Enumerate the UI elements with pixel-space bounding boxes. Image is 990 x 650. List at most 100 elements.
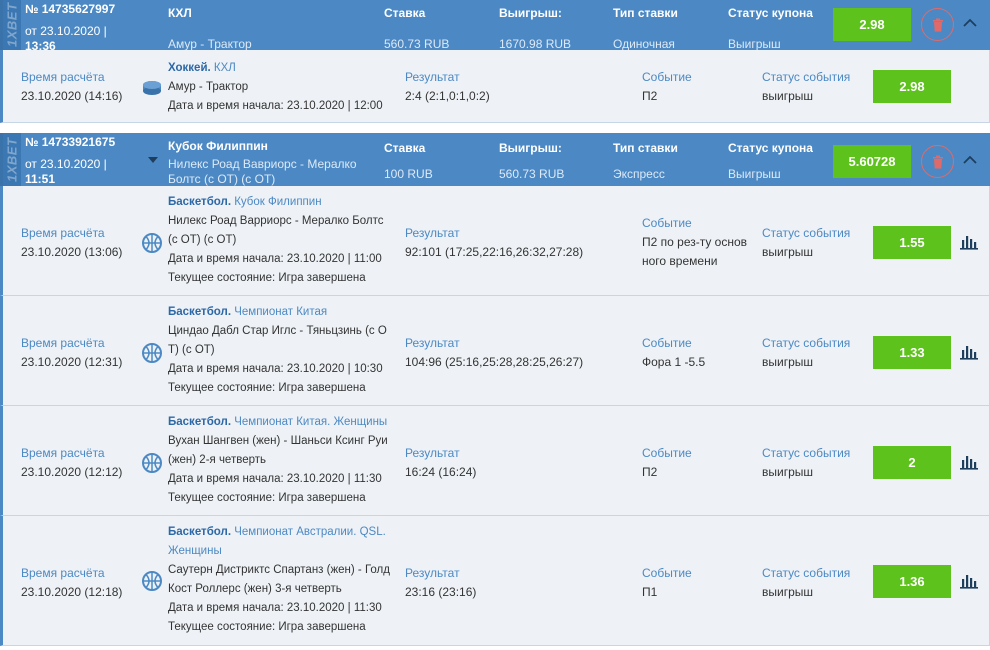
event-row: Время расчёта 23.10.2020 (12:31) Баскетб… [0,296,990,406]
game-state: Текущее состояние: Игра завершена [168,621,366,633]
chevron-up-icon[interactable] [961,14,979,32]
teams-line-2: Т) (с ОТ) [168,344,215,356]
event-coef[interactable]: 1.33 [873,336,951,369]
result-value: 92:101 (17:25,22:16,26:32,27:28) [405,245,584,259]
calc-time-label: Время расчёта [21,70,105,84]
statistics-icon[interactable] [959,234,979,250]
event-info: Баскетбол. Чемпионат Китая Циндао Дабл С… [168,303,393,398]
type-value: Экспресс [613,167,665,181]
start-time: Дата и время начала: 23.10.2020 | 11:00 [168,253,382,265]
coupon-status-value: Выигрыш [728,167,781,181]
chevron-up-icon[interactable] [961,151,979,169]
status-col: Статус купона Выигрыш [728,141,813,182]
statistics-icon[interactable] [959,454,979,470]
event-status-value: выигрыш [762,465,814,479]
game-state: Текущее состояние: Игра завершена [168,382,366,394]
sport-name[interactable]: Баскетбол. [168,526,231,538]
coupon-header[interactable]: 1XBET № 14733921675 от 23.10.2020 | 11:5… [0,133,990,186]
result-label: Результат [405,446,460,460]
calc-time-label: Время расчёта [21,446,105,460]
event-status-label: Статус события [762,226,851,240]
calc-time-label: Время расчёта [21,336,105,350]
event-row: Время расчёта 23.10.2020 (13:06) Баскетб… [0,186,990,296]
statistics-icon[interactable] [959,573,979,589]
teams-line-1: Циндао Дабл Стар Иглс - Тяньцзинь (с О [168,325,387,337]
start-time: Дата и время начала: 23.10.2020 | 11:30 [168,473,382,485]
coupon-status-label: Статус купона [728,141,813,155]
league-name[interactable]: Чемпионат Китая [231,306,327,318]
event-row: Время расчёта 23.10.2020 (12:12) Баскетб… [0,406,990,516]
delete-button[interactable] [921,145,954,178]
championship-name: КХЛ [168,6,192,20]
stake-label: Ставка [384,6,426,20]
event-value-line-2: ного времени [642,254,718,268]
coupon-id: № 14733921675 от 23.10.2020 | 11:51 [25,135,145,187]
coupon-championship: КХЛ Амур - Трактор [168,6,373,52]
championship-name: Кубок Филиппин [168,139,268,153]
league-name-line-2[interactable]: Женщины [168,542,393,561]
coupon-date: от 23.10.2020 | [25,157,107,171]
coupon-status-label: Статус купона [728,6,813,20]
event-label: Событие [642,336,692,350]
delete-button[interactable] [921,8,954,41]
event-coef[interactable]: 1.55 [873,226,951,259]
event-coef[interactable]: 2.98 [873,70,951,103]
result-value: 23:16 (23:16) [405,585,477,599]
event-info: Хоккей. КХЛ Амур - Трактор Дата и время … [168,59,393,116]
teams-line-2: (жен) 2-я четверть [168,454,266,466]
event-status-label: Статус события [762,70,851,84]
event-coef[interactable]: 2 [873,446,951,479]
caret-down-icon[interactable] [148,157,158,165]
start-time: Дата и время начала: 23.10.2020 | 12:00 [168,100,383,112]
teams-line-1: Саутерн Дистриктс Спартанз (жен) - Голд [168,564,390,576]
teams-line-2: (с ОТ) (с ОТ) [168,234,237,246]
event-value-line-1: П2 по рез-ту основ [642,235,748,249]
stake-value: 100 RUB [384,167,433,181]
event-info: Баскетбол. Чемпионат Австралии. QSL. Жен… [168,523,393,637]
brand-logo: 1XBET [3,0,21,50]
event-info: Баскетбол. Кубок Филиппин Нилекс Роад Ва… [168,193,393,288]
league-name[interactable]: Чемпионат Китая. Женщины [231,416,387,428]
event-status-value: выигрыш [762,355,814,369]
coupon-header[interactable]: 1XBET № 14735627997 от 23.10.2020 | 13:3… [0,0,990,53]
calc-time-value: 23.10.2020 (12:31) [21,355,123,369]
trash-icon [932,155,943,168]
teams-line-1: Нилекс Роад Варриорс - Мералко Болтс [168,215,384,227]
basketball-icon [142,343,162,363]
sport-name[interactable]: Хоккей. [168,62,211,74]
calc-time-value: 23.10.2020 (12:12) [21,465,123,479]
coupon-date: от 23.10.2020 | [25,24,107,38]
basketball-icon [142,233,162,253]
league-name[interactable]: КХЛ [211,62,236,74]
event-info: Баскетбол. Чемпионат Китая. Женщины Вуха… [168,413,393,508]
event-label: Событие [642,70,692,84]
teams: Амур - Трактор [168,81,249,93]
sport-name[interactable]: Баскетбол. [168,416,231,428]
result-value: 16:24 (16:24) [405,465,477,479]
calc-time-value: 23.10.2020 (14:16) [21,89,123,103]
result-label: Результат [405,226,460,240]
result-value: 2:4 (2:1,0:1,0:2) [405,89,490,103]
event-label: Событие [642,446,692,460]
event-status-value: выигрыш [762,585,814,599]
result-label: Результат [405,336,460,350]
league-name[interactable]: Кубок Филиппин [231,196,321,208]
win-value: 560.73 RUB [499,167,565,181]
coupon-coef[interactable]: 2.98 [833,8,911,41]
event-coef[interactable]: 1.36 [873,565,951,598]
coupon-coef[interactable]: 5.60728 [833,145,911,178]
win-label: Выигрыш: [499,141,562,155]
calc-time-value: 23.10.2020 (13:06) [21,245,123,259]
sport-name[interactable]: Баскетбол. [168,196,231,208]
win-col: Выигрыш: 560.73 RUB [499,141,564,182]
game-state: Текущее состояние: Игра завершена [168,272,366,284]
statistics-icon[interactable] [959,344,979,360]
event-value: П2 по рез-ту основ ного времени [642,233,752,271]
event-row: Время расчёта 23.10.2020 (14:16) Хоккей.… [0,50,990,123]
sport-name[interactable]: Баскетбол. [168,306,231,318]
type-col: Тип ставки Одиночная [613,6,678,52]
coupon-number: № 14733921675 [25,135,116,149]
league-name[interactable]: Чемпионат Австралии. QSL. [231,526,386,538]
event-label: Событие [642,216,692,230]
stake-col: Ставка 100 RUB [384,141,433,182]
